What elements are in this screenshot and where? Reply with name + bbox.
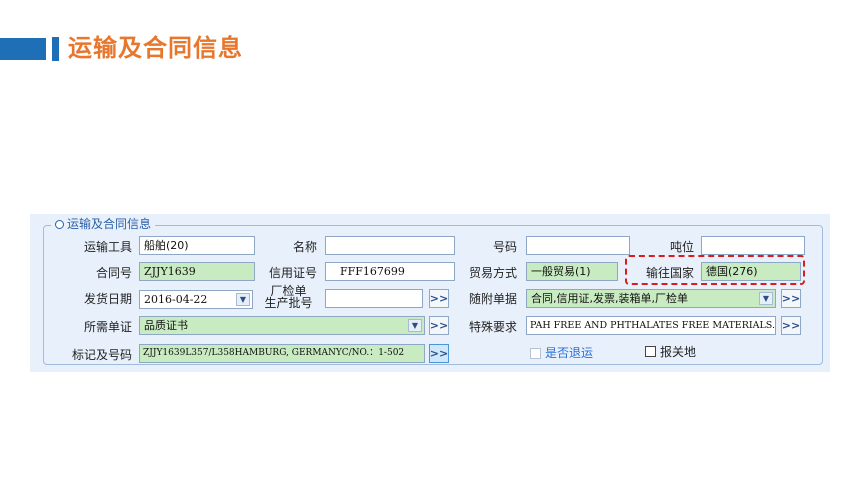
transport-label: 运输工具 — [83, 240, 132, 254]
ship-date-picker[interactable]: 2016-04-22 ▼ — [139, 290, 253, 309]
contract-label: 合同号 — [95, 266, 132, 280]
certs-more-button[interactable]: >> — [429, 316, 449, 335]
berth-label: 吨位 — [669, 240, 694, 254]
marks-input[interactable]: ZJJY1639L357/L358HAMBURG, GERMANYC/NO.：1… — [139, 344, 425, 363]
name-label: 名称 — [292, 240, 317, 254]
header-accent-tick — [52, 37, 59, 61]
collapse-circle-icon[interactable] — [55, 219, 64, 229]
chevron-down-icon[interactable]: ▼ — [236, 293, 250, 306]
page-title: 运输及合同信息 — [68, 34, 243, 62]
returned-checkbox[interactable] — [530, 348, 541, 359]
ship-date-label: 发货日期 — [83, 292, 132, 306]
section-legend[interactable]: 运输及合同信息 — [51, 216, 156, 232]
certs-select[interactable]: 品质证书 ▼ — [139, 316, 425, 335]
ship-date-value: 2016-04-22 — [144, 293, 208, 306]
section-legend-label: 运输及合同信息 — [67, 217, 152, 231]
credit-label: 信用证号 — [268, 266, 317, 280]
batch-label-line2: 生产批号 — [264, 296, 313, 310]
chevron-down-icon[interactable]: ▼ — [759, 292, 773, 305]
marks-more-button[interactable]: >> — [429, 344, 449, 363]
name-input[interactable] — [325, 236, 455, 255]
trade-label: 贸易方式 — [468, 266, 517, 280]
docs-value: 合同,信用证,发票,装箱单,厂检单 — [531, 292, 688, 305]
marks-label: 标记及号码 — [71, 348, 132, 362]
transport-input[interactable]: 船舶(20) — [139, 236, 255, 255]
header-accent-bar — [0, 38, 46, 60]
batch-more-button[interactable]: >> — [429, 289, 449, 308]
berth-input[interactable] — [701, 236, 805, 255]
batch-label: 厂检单 生产批号 — [260, 285, 317, 309]
special-input[interactable]: PAH FREE AND PHTHALATES FREE MATERIALS. — [526, 316, 776, 335]
customs-place-checkbox-label: 报关地 — [660, 345, 697, 359]
docs-select[interactable]: 合同,信用证,发票,装箱单,厂检单 ▼ — [526, 289, 776, 308]
customs-place-checkbox[interactable] — [645, 346, 656, 357]
certs-value: 品质证书 — [144, 319, 188, 332]
contract-input[interactable]: ZJJY1639 — [139, 262, 255, 281]
chevron-down-icon[interactable]: ▼ — [408, 319, 422, 332]
number-label: 号码 — [492, 240, 517, 254]
trade-input[interactable]: 一般贸易(1) — [526, 262, 618, 281]
returned-checkbox-label: 是否退运 — [545, 346, 594, 360]
special-more-button[interactable]: >> — [781, 316, 801, 335]
certs-label: 所需单证 — [83, 320, 132, 334]
credit-input[interactable]: FFF167699 — [325, 262, 455, 281]
docs-more-button[interactable]: >> — [781, 289, 801, 308]
country-highlight-box — [625, 255, 805, 285]
docs-label: 随附单据 — [468, 292, 517, 306]
batch-input[interactable] — [325, 289, 423, 308]
number-input[interactable] — [526, 236, 630, 255]
special-label: 特殊要求 — [468, 320, 517, 334]
